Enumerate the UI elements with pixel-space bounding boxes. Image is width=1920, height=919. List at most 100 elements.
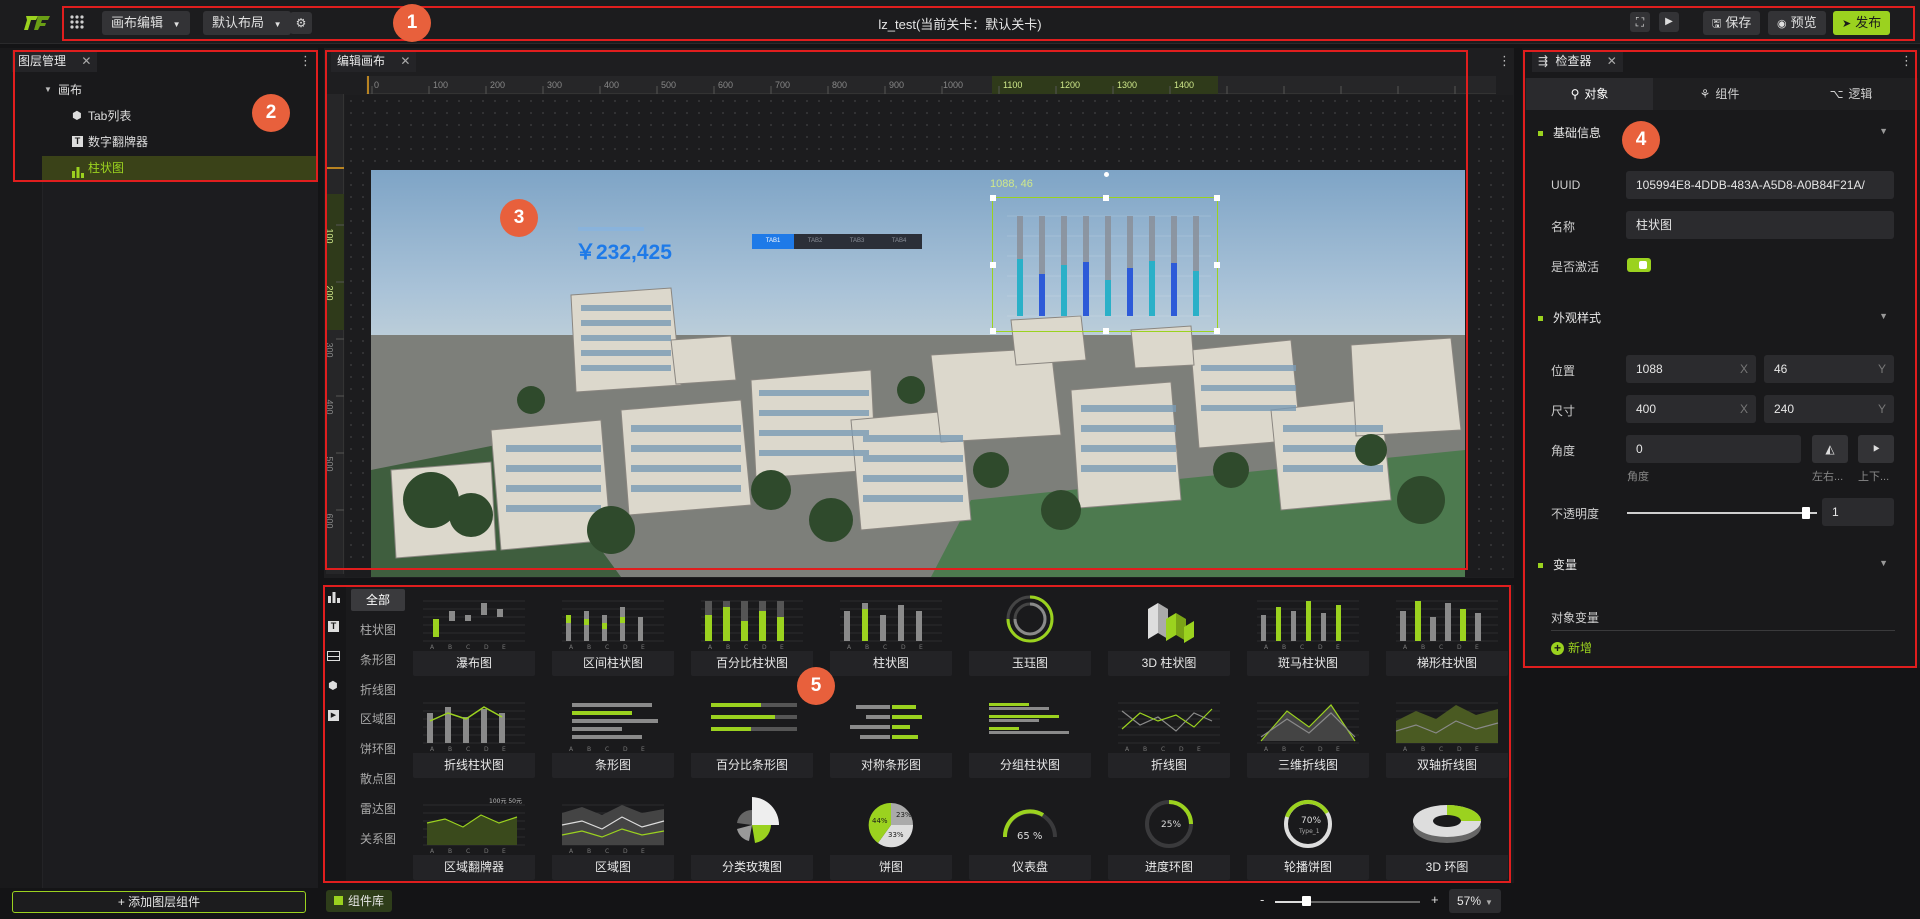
- component-card-dual-axis-line[interactable]: A B C D E 双轴折线图: [1386, 691, 1508, 778]
- tab-inspector[interactable]: ⇶ 检查器 ✕: [1532, 50, 1623, 72]
- fullscreen-icon[interactable]: ⛶: [1630, 12, 1650, 32]
- slider-handle[interactable]: [1302, 896, 1312, 906]
- category-item[interactable]: 关系图: [360, 830, 396, 847]
- opacity-field[interactable]: 1: [1822, 498, 1894, 526]
- rotate-handle[interactable]: [1104, 172, 1109, 177]
- media-icon[interactable]: ▶: [328, 710, 339, 721]
- component-card-ring-3d[interactable]: 3D 环图: [1386, 793, 1508, 880]
- add-variable-button[interactable]: + 新增: [1551, 639, 1592, 656]
- opacity-slider[interactable]: [1627, 507, 1817, 519]
- cube-icon[interactable]: ⬢: [328, 679, 338, 692]
- category-all-button[interactable]: 全部: [351, 589, 405, 611]
- resize-handle[interactable]: [1214, 328, 1220, 334]
- tab-list-item[interactable]: TAB4: [878, 234, 920, 249]
- component-card-bar[interactable]: A B C D E 柱状图: [830, 589, 952, 676]
- component-card-percent-hbar[interactable]: 百分比条形图: [691, 691, 813, 778]
- layer-item-tab-list[interactable]: ⬢ Tab列表: [0, 104, 270, 128]
- component-card-symmetric-hbar[interactable]: 对称条形图: [830, 691, 952, 778]
- component-card-area[interactable]: A B C D E 区域图: [552, 793, 674, 880]
- flip-horizontal-button[interactable]: ◭: [1812, 435, 1848, 463]
- position-y-field[interactable]: 46 Y: [1764, 355, 1894, 383]
- resize-handle[interactable]: [990, 328, 996, 334]
- category-item[interactable]: 柱状图: [360, 621, 396, 638]
- component-card-trapezoid-bar[interactable]: A B C D E 梯形柱状图: [1386, 589, 1508, 676]
- component-card-hbar[interactable]: A B C D E 条形图: [552, 691, 674, 778]
- tab-list-widget[interactable]: TAB1 TAB2 TAB3 TAB4: [752, 234, 922, 249]
- tab-list-item[interactable]: TAB1: [752, 234, 794, 249]
- close-icon[interactable]: ✕: [400, 54, 410, 68]
- layer-item-bar-chart[interactable]: 柱状图: [42, 156, 318, 180]
- resize-handle[interactable]: [1214, 195, 1220, 201]
- component-card-rose[interactable]: 分类玫瑰图: [691, 793, 813, 880]
- subtab-logic[interactable]: ⌥ 逻辑: [1786, 78, 1916, 110]
- tab-list-item[interactable]: TAB2: [794, 234, 836, 249]
- resize-handle[interactable]: [1103, 328, 1109, 334]
- component-card-grouped-bar[interactable]: 分组柱状图: [969, 691, 1091, 778]
- category-item[interactable]: 条形图: [360, 651, 396, 668]
- zoom-in-button[interactable]: +: [1431, 892, 1439, 907]
- category-item[interactable]: 折线图: [360, 681, 396, 698]
- category-item[interactable]: 雷达图: [360, 800, 396, 817]
- component-card-zebra-bar[interactable]: A B C D E 斑马柱状图: [1247, 589, 1369, 676]
- component-card-gauge[interactable]: 65 % 仪表盘: [969, 793, 1091, 880]
- category-item[interactable]: 区域图: [360, 710, 396, 727]
- component-card-carousel-pie[interactable]: 70% Type_1 轮播饼图: [1247, 793, 1369, 880]
- section-appearance[interactable]: 外观样式 ▼: [1538, 309, 1898, 326]
- scene-3d-city-image[interactable]: [371, 170, 1465, 577]
- component-card-area-flipper[interactable]: 100元 50元 A B C D E 区域翻牌器: [413, 793, 535, 880]
- layout-settings-gear-icon[interactable]: ⚙: [290, 12, 312, 34]
- bar-chart-icon[interactable]: [328, 592, 340, 606]
- name-field[interactable]: 柱状图: [1626, 211, 1894, 239]
- more-options-icon[interactable]: ⋮: [1498, 53, 1511, 69]
- preview-button[interactable]: ◉ 预览: [1768, 11, 1826, 35]
- slider-handle[interactable]: [1801, 507, 1810, 519]
- text-icon[interactable]: T: [328, 621, 339, 632]
- component-card-jade-ring[interactable]: 玉珏图: [969, 589, 1091, 676]
- section-basic-info[interactable]: 基础信息 ▼: [1538, 124, 1898, 141]
- component-card-line-bar[interactable]: A B C D E 折线柱状图: [413, 691, 535, 778]
- active-toggle[interactable]: [1627, 258, 1651, 272]
- publish-button[interactable]: ➤ 发布: [1833, 11, 1891, 35]
- component-card-pie[interactable]: 44% 23% 33% 饼图: [830, 793, 952, 880]
- selected-bar-chart-widget[interactable]: [990, 172, 1220, 334]
- resize-handle[interactable]: [990, 195, 996, 201]
- apps-grid-icon[interactable]: [69, 14, 85, 30]
- component-card-waterfall[interactable]: A B C D E 瀑布图: [413, 589, 535, 676]
- play-icon[interactable]: ▶: [1659, 12, 1679, 32]
- component-card-line[interactable]: A B C D E 折线图: [1108, 691, 1230, 778]
- close-icon[interactable]: ✕: [81, 54, 91, 68]
- close-icon[interactable]: ✕: [1607, 54, 1617, 68]
- tab-canvas[interactable]: 编辑画布 ✕: [331, 50, 417, 72]
- canvas-edit-dropdown[interactable]: 画布编辑 ▼: [102, 11, 190, 35]
- component-card-line-3d[interactable]: A B C D E 三维折线图: [1247, 691, 1369, 778]
- component-card-bar-3d[interactable]: 3D 柱状图: [1108, 589, 1230, 676]
- zoom-out-button[interactable]: -: [1260, 892, 1264, 907]
- layer-item-canvas[interactable]: ▼ 画布: [0, 78, 270, 102]
- tab-list-item[interactable]: TAB3: [836, 234, 878, 249]
- component-card-progress-ring[interactable]: 25% 进度环图: [1108, 793, 1230, 880]
- zoom-slider[interactable]: [1275, 896, 1420, 906]
- size-x-field[interactable]: 400 X: [1626, 395, 1756, 423]
- more-options-icon[interactable]: ⋮: [299, 53, 312, 69]
- resize-handle[interactable]: [1214, 262, 1220, 268]
- add-layer-button[interactable]: + 添加图层组件: [12, 891, 306, 913]
- flip-vertical-button[interactable]: ⯈: [1858, 435, 1894, 463]
- more-options-icon[interactable]: ⋮: [1900, 53, 1913, 69]
- component-library-button[interactable]: 组件库: [326, 890, 393, 912]
- component-card-percent-bar[interactable]: A B C D E 百分比柱状图: [691, 589, 813, 676]
- angle-field[interactable]: 0: [1626, 435, 1801, 463]
- category-item[interactable]: 饼环图: [360, 740, 396, 757]
- resize-handle[interactable]: [990, 262, 996, 268]
- table-icon[interactable]: [327, 651, 340, 661]
- component-card-interval-bar[interactable]: A B C D E 区间柱状图: [552, 589, 674, 676]
- layer-item-digital-flipper[interactable]: T 数字翻牌器: [0, 130, 270, 154]
- save-button[interactable]: 🖫 保存: [1703, 11, 1761, 35]
- section-variables[interactable]: 变量 ▼: [1538, 556, 1898, 573]
- subtab-object[interactable]: ⚲ 对象: [1526, 78, 1653, 110]
- position-x-field[interactable]: 1088 X: [1626, 355, 1756, 383]
- amount-flipper[interactable]: ￥232,425: [575, 236, 672, 266]
- resize-handle[interactable]: [1103, 195, 1109, 201]
- layout-dropdown[interactable]: 默认布局 ▼: [203, 11, 291, 35]
- subtab-component[interactable]: ⚘ 组件: [1656, 78, 1783, 110]
- size-y-field[interactable]: 240 Y: [1764, 395, 1894, 423]
